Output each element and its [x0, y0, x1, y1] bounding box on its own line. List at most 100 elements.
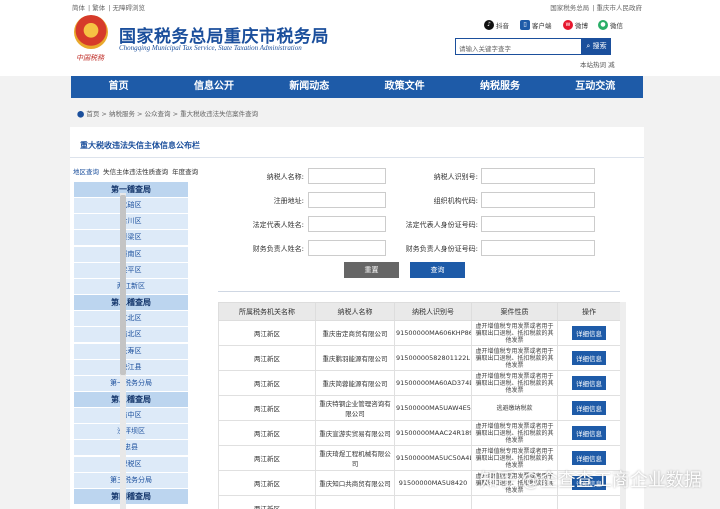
cell-action: 详细信息	[557, 345, 620, 371]
col-taxpayer-name: 纳税人名称	[315, 302, 395, 321]
breadcrumb-public-query[interactable]: 公众查询	[145, 110, 171, 118]
region-item[interactable]: 第一税务分局	[74, 375, 188, 391]
weibo-link[interactable]: w 微博	[563, 20, 588, 30]
region-list-scrollbar[interactable]	[120, 193, 126, 509]
col-case-nature: 案件性质	[471, 302, 558, 321]
label-taxpayer-id: 纳税人识别号:	[433, 173, 478, 181]
nav-news[interactable]: 新闻动态	[262, 76, 357, 98]
region-item[interactable]: 渝北区	[74, 327, 188, 343]
detail-button[interactable]: 详细信息	[572, 351, 606, 365]
cell-tax-office: 两江新区	[218, 395, 316, 421]
region-item[interactable]: 保税区	[74, 456, 188, 472]
tab-region-query[interactable]: 地区查询	[73, 168, 99, 176]
tab-year-query[interactable]: 年度查询	[172, 168, 198, 176]
taxpayer-id-input[interactable]	[481, 168, 595, 184]
cell-action	[557, 495, 620, 509]
label-org-code: 组织机构代码:	[433, 197, 478, 205]
app-link[interactable]: ▯ 客户端	[520, 20, 552, 30]
site-header: 中国税務 国家税务总局重庆市税务局 Chongqing Municipal Ta…	[0, 13, 720, 76]
nav-info-public[interactable]: 信息公开	[166, 76, 261, 98]
region-category: 第一稽查局	[74, 182, 188, 197]
divider	[70, 157, 644, 158]
cell-taxpayer-id: 91500000582801122L	[394, 345, 472, 371]
app-icon: ▯	[520, 20, 530, 30]
cell-case-nature: 虚开增值税专用发票或者用于骗取出口退税、抵扣税款的其他发票	[471, 345, 558, 371]
cq-gov-link[interactable]: 重庆市人民政府	[597, 4, 643, 12]
region-category: 第二稽查局	[74, 295, 188, 311]
table-row: 两江新区 重庆特钢企业管理咨询有限公司 91500000MA5UAW4E59 逃避缴纳…	[218, 395, 620, 421]
scrollbar-thumb[interactable]	[120, 195, 126, 375]
detail-button[interactable]: 详细信息	[572, 451, 606, 465]
address-input[interactable]	[308, 192, 386, 208]
finance-name-input[interactable]	[308, 240, 386, 256]
hot-words: 本站热词 减	[580, 61, 615, 69]
search-input[interactable]: 请输入关键字查字	[455, 38, 582, 55]
table-row: 两江新区 重庆简蓉能源有限公司 91500000MA60AD374D 虚开增值税专用发…	[218, 370, 620, 396]
simplified-link[interactable]: 简体	[72, 4, 85, 12]
region-item[interactable]: 梁平区	[74, 262, 188, 278]
cell-tax-office: 两江新区	[218, 495, 316, 509]
col-tax-office: 所属税务机关名称	[218, 302, 316, 321]
region-item[interactable]: 潼南区	[74, 246, 188, 262]
table-row: 两江新区 重庆鹏羽能源有限公司 91500000582801122L 虚开增值税专用发…	[218, 345, 620, 371]
search-button[interactable]: ⌕ 搜索	[582, 38, 611, 55]
traditional-link[interactable]: 繁体	[92, 4, 105, 12]
label-legal-id: 法定代表人身份证号码:	[405, 221, 478, 229]
breadcrumb-tax-service[interactable]: 纳税服务	[109, 110, 135, 118]
cell-case-nature	[471, 495, 558, 509]
cell-taxpayer-name: 重庆宣游实贸易有限公司	[315, 420, 395, 446]
region-category: 第三稽查局	[74, 392, 188, 408]
accessibility-link[interactable]: 无障碍浏览	[113, 4, 146, 12]
region-item[interactable]: 第三税务分局	[74, 472, 188, 488]
col-taxpayer-id: 纳税人识别号	[394, 302, 472, 321]
cell-case-nature: 逃避缴纳税款	[471, 395, 558, 421]
cell-case-nature: 虚开增值税专用发票或者用于骗取出口退税、抵扣税款的其他发票	[471, 320, 558, 346]
detail-button[interactable]: 详细信息	[572, 326, 606, 340]
cell-taxpayer-name: 重庆宙定商贸有限公司	[315, 320, 395, 346]
region-item[interactable]: 渝中区	[74, 408, 188, 424]
nav-home[interactable]: 首页	[71, 76, 166, 98]
breadcrumb-home[interactable]: 首页	[86, 110, 99, 118]
cell-tax-office: 两江新区	[218, 445, 316, 471]
breadcrumb: ⬤ 首页 > 纳税服务 > 公众查询 > 重大税收违法失信案件查询	[77, 110, 259, 118]
region-item[interactable]: 忠县	[74, 440, 188, 456]
query-button[interactable]: 查询	[410, 262, 465, 278]
tab-nature-query[interactable]: 失信主体违法性质查询	[103, 168, 168, 176]
sta-link[interactable]: 国家税务总局	[550, 4, 589, 12]
region-item[interactable]: 合川区	[74, 214, 188, 230]
cell-tax-office: 两江新区	[218, 320, 316, 346]
watermark: 知乎 @企查查工商企业数据	[480, 470, 702, 491]
region-item[interactable]: 北碚区	[74, 198, 188, 213]
region-item[interactable]: 长寿区	[74, 343, 188, 359]
legal-name-input[interactable]	[308, 216, 386, 232]
region-item[interactable]: 垫江县	[74, 359, 188, 375]
cell-taxpayer-id: 91500000MA5U8420	[394, 470, 472, 496]
search-icon: ⌕	[586, 42, 591, 50]
detail-button[interactable]: 详细信息	[572, 376, 606, 390]
cell-taxpayer-name	[315, 495, 395, 509]
nav-interaction[interactable]: 互动交流	[548, 76, 643, 98]
panel-title: 重大税收违法失信主体信息公布栏	[80, 141, 200, 150]
region-item[interactable]: 璧梁区	[74, 230, 188, 246]
detail-button[interactable]: 详细信息	[572, 426, 606, 440]
cell-taxpayer-name: 重庆鹏羽能源有限公司	[315, 345, 395, 371]
divider	[218, 291, 620, 292]
wechat-link[interactable]: ● 微信	[598, 20, 623, 30]
legal-id-input[interactable]	[481, 216, 595, 232]
cell-taxpayer-id: 91500000MA60AD374D	[394, 370, 472, 396]
region-item[interactable]: 沙坪坝区	[74, 424, 188, 440]
org-code-input[interactable]	[481, 192, 595, 208]
detail-button[interactable]: 详细信息	[572, 401, 606, 415]
region-item[interactable]: 江北区	[74, 311, 188, 327]
taxpayer-name-input[interactable]	[308, 168, 386, 184]
language-links: 简体 | 繁体 | 无障碍浏览	[72, 4, 146, 12]
region-item[interactable]: 两江新区	[74, 278, 188, 294]
weibo-icon: w	[563, 20, 573, 30]
nav-tax-service[interactable]: 纳税服务	[452, 76, 547, 98]
cell-taxpayer-name: 重庆琦煜工程机械有限公司	[315, 445, 395, 471]
cell-tax-office: 两江新区	[218, 470, 316, 496]
reset-button[interactable]: 重置	[344, 262, 399, 278]
finance-id-input[interactable]	[481, 240, 595, 256]
nav-policy[interactable]: 政策文件	[357, 76, 452, 98]
douyin-link[interactable]: ♪ 抖音	[484, 20, 509, 30]
